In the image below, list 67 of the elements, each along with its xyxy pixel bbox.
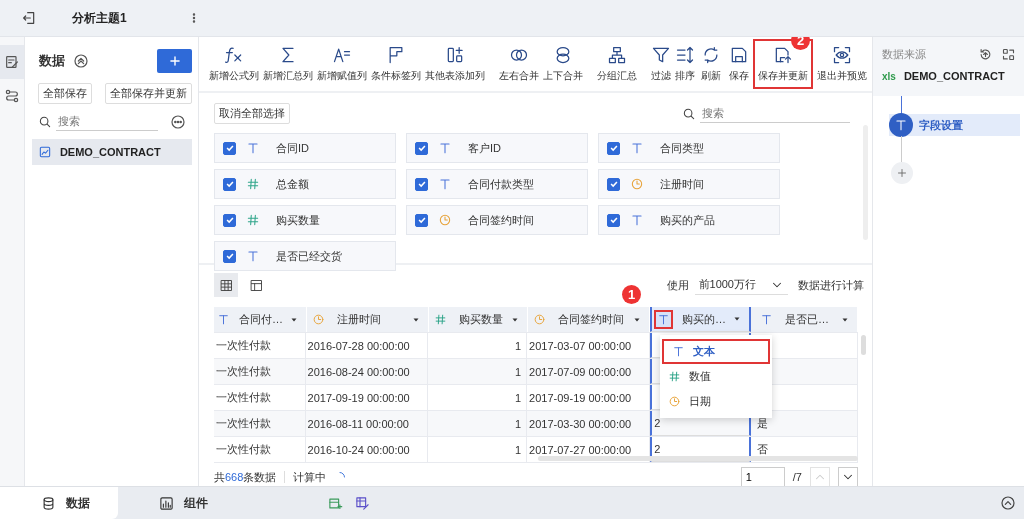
field-chip[interactable]: 合同签约时间 [406,205,588,235]
bottom-tab[interactable]: 组件 [118,487,236,519]
step-badge: 1 [622,285,642,304]
deselect-all-button[interactable]: 取消全部选择 [214,103,290,124]
field-name: 合同类型 [660,140,704,156]
save-button[interactable]: 全部保存并更新 [105,83,192,104]
table-cell: 2016-08-24 00:00:00 [305,359,428,384]
field-chip[interactable]: 是否已经交货 [214,241,396,271]
page-field[interactable]: 1 [740,467,785,486]
table-cell: 一次性付款 [214,333,306,358]
row-limit-label: 数据进行计算 [798,277,864,293]
column-header[interactable]: 购买数量 [428,307,528,332]
bottom-tab[interactable]: 数据 [0,487,118,519]
table-cell: 一次性付款 [214,437,306,462]
field-name: 是否已经交货 [276,248,342,264]
field-name: 合同签约时间 [468,212,534,228]
field-name: 客户ID [468,140,501,156]
menu-item[interactable]: 日期 [660,389,772,414]
field-chip[interactable]: 合同付款类型 [406,169,588,199]
table-cell: 2017-03-07 00:00:00 [527,333,651,358]
search-field[interactable]: 搜索 [55,112,158,131]
table-cell: 一次性付款 [214,411,306,436]
field-name: 购买的产品 [660,212,715,228]
search-field[interactable]: 搜索 [700,104,850,123]
table-cell: 2016-08-11 00:00:00 [305,411,428,436]
field-name: 注册时间 [660,176,704,192]
menu-item[interactable]: 数值 [660,364,772,389]
field-chip[interactable]: 客户ID [406,133,588,163]
table-list-item[interactable]: DEMO_CONTRACT [31,139,192,165]
field-chip[interactable]: 总金额 [214,169,396,199]
table-cell: 1 [427,333,528,358]
page-total: /7 [792,471,802,483]
panel-title: 数据 [38,52,65,70]
field-chip[interactable]: 购买数量 [214,205,396,235]
table-cell: 2017-09-19 00:00:00 [527,385,651,410]
column-header[interactable]: 是否已… [755,307,858,332]
status-text: 计算中 [293,469,327,485]
table-cell: 1 [427,385,528,410]
field-name: 合同ID [276,140,309,156]
table-cell: 2016-07-28 00:00:00 [305,333,428,358]
table-cell: 2017-09-19 00:00:00 [305,385,428,410]
field-name: 合同付款类型 [468,176,534,192]
table-cell: 1 [427,359,528,384]
source-name: DEMO_CONTRACT [903,70,1005,82]
tab-title[interactable]: 分析主题1 [72,9,127,27]
field-name: 总金额 [276,176,309,192]
table-cell: 一次性付款 [214,385,306,410]
table-cell: 一次性付款 [214,359,306,384]
column-header[interactable]: 合同付… [214,307,307,332]
column-header[interactable]: 注册时间 [307,307,429,332]
table-cell: 2017-07-09 00:00:00 [527,359,651,384]
table-cell: 1 [427,437,528,462]
table-cell: 1 [427,411,528,436]
field-chip[interactable]: 注册时间 [598,169,780,199]
row-count: 共668条数据 [214,469,277,485]
file-type-label: xls [882,70,896,82]
field-chip[interactable]: 合同ID [214,133,396,163]
row-limit-dropdown[interactable]: 前1000万行 [694,275,788,295]
panel-title: 数据来源 [882,47,927,62]
menu-item[interactable]: 文本 [662,339,770,364]
step-item[interactable]: 字段设置 [889,114,1020,136]
save-button[interactable]: 全部保存 [37,83,92,104]
table-cell: 2017-03-30 00:00:00 [527,411,651,436]
field-chip[interactable]: 购买的产品 [598,205,780,235]
field-chip[interactable]: 合同类型 [598,133,780,163]
table-cell: 2016-10-24 00:00:00 [305,437,428,462]
field-name: 购买数量 [276,212,320,228]
